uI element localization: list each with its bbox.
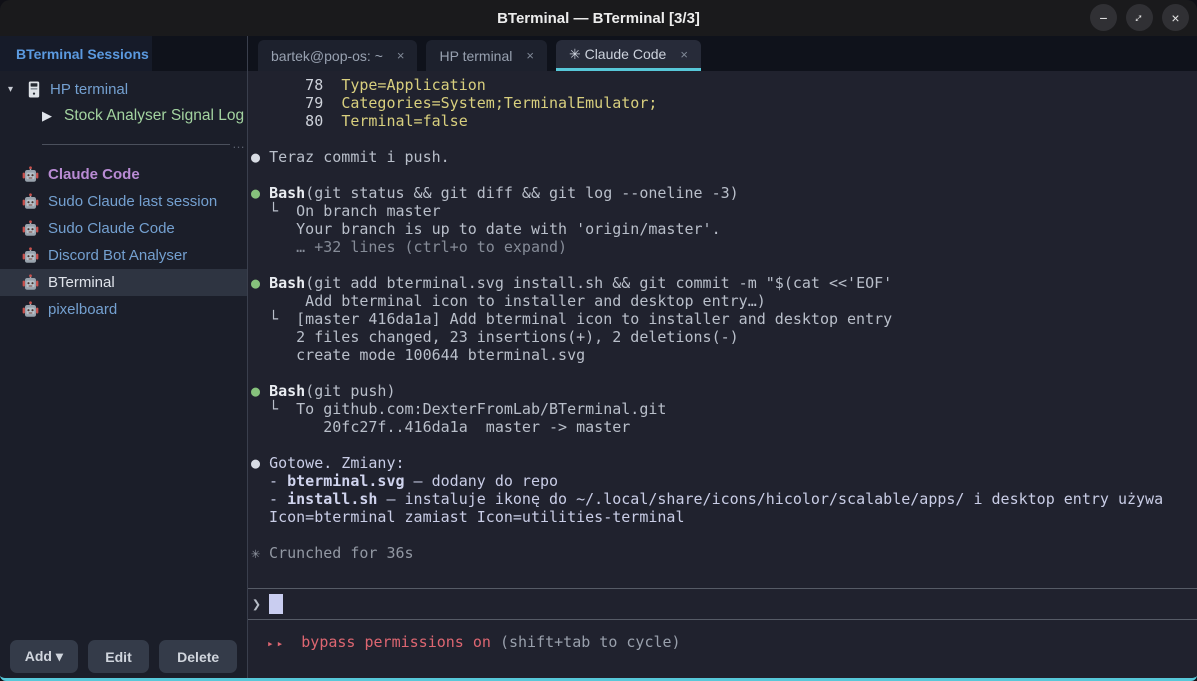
sidebar-header: BTerminal Sessions <box>0 36 152 71</box>
tab-hp-terminal[interactable]: HP terminal × <box>426 40 546 71</box>
terminal-line: - install.sh — instaluje ikonę do ~/.loc… <box>251 490 1197 508</box>
robot-icon <box>22 247 39 264</box>
minimize-button[interactable]: − <box>1090 4 1117 31</box>
terminal-line <box>251 130 1197 148</box>
session-label: Sudo Claude Code <box>48 220 175 237</box>
session-label: Sudo Claude last session <box>48 193 217 210</box>
prompt-chevron-icon: ❯ <box>252 595 261 613</box>
terminal-line: 79 Categories=System;TerminalEmulator; <box>251 94 1197 112</box>
session-label: Claude Code <box>48 166 140 183</box>
title-bar[interactable]: BTerminal — BTerminal [3/3] − ↕ × <box>0 0 1197 36</box>
double-arrow-icon: ▸▸ <box>267 637 286 650</box>
tab-bar: bartek@pop-os: ~×HP terminal×✳ Claude Co… <box>248 36 1197 71</box>
terminal-line: ● Teraz commit i push. <box>251 148 1197 166</box>
window-title: BTerminal — BTerminal [3/3] <box>497 10 700 27</box>
chevron-down-icon[interactable]: ▾ <box>8 84 26 95</box>
terminal-line: create mode 100644 bterminal.svg <box>251 346 1197 364</box>
terminal-line: 80 Terminal=false <box>251 112 1197 130</box>
window-controls: − ↕ × <box>1090 4 1189 31</box>
robot-icon <box>22 274 39 291</box>
prompt-input[interactable]: ❯ <box>248 588 1197 620</box>
terminal-line <box>251 526 1197 544</box>
terminal-line: ● Gotowe. Zmiany: <box>251 454 1197 472</box>
delete-button[interactable]: Delete <box>159 640 237 673</box>
terminal-output[interactable]: 78 Type=Application 79 Categories=System… <box>248 71 1197 588</box>
edit-button[interactable]: Edit <box>88 640 150 673</box>
session-item-bterminal[interactable]: BTerminal <box>0 269 247 296</box>
text-cursor <box>269 594 283 614</box>
terminal-line: Icon=bterminal zamiast Icon=utilities-te… <box>251 508 1197 526</box>
tree-item-label: HP terminal <box>50 81 128 98</box>
session-label: Discord Bot Analyser <box>48 247 187 264</box>
session-list: Claude Code Sudo Claude last session Sudo … <box>0 161 247 323</box>
terminal-line <box>251 166 1197 184</box>
computer-icon <box>28 81 40 98</box>
maximize-button[interactable]: ↕ <box>1126 4 1153 31</box>
robot-icon <box>22 166 39 183</box>
terminal-line <box>251 364 1197 382</box>
terminal-line: 2 files changed, 23 insertions(+), 2 del… <box>251 328 1197 346</box>
sessions-sidebar: BTerminal Sessions ▾ HP terminal ▶ Stock… <box>0 36 248 678</box>
tab-close-icon[interactable]: × <box>397 48 405 63</box>
tab-label: HP terminal <box>439 48 512 64</box>
terminal-line: - bterminal.svg — dodany do repo <box>251 472 1197 490</box>
robot-icon <box>22 220 39 237</box>
terminal-line: ✳ Crunched for 36s <box>251 544 1197 562</box>
terminal-line: └ To github.com:DexterFromLab/BTerminal.… <box>251 400 1197 418</box>
divider-line <box>42 144 230 145</box>
terminal-line: 20fc27f..416da1a master -> master <box>251 418 1197 436</box>
session-item-discord-bot-analyser[interactable]: Discord Bot Analyser <box>0 242 247 269</box>
terminal-line: … +32 lines (ctrl+o to expand) <box>251 238 1197 256</box>
terminal-line: Your branch is up to date with 'origin/m… <box>251 220 1197 238</box>
terminal-line: └ On branch master <box>251 202 1197 220</box>
terminal-line: └ [master 416da1a] Add bterminal icon to… <box>251 310 1197 328</box>
terminal-line: 78 Type=Application <box>251 76 1197 94</box>
minimize-icon: − <box>1099 10 1107 26</box>
overflow-dots-icon: … <box>232 141 245 147</box>
sidebar-divider: … <box>42 141 245 147</box>
maximize-icon: ↕ <box>1132 10 1147 25</box>
add-button[interactable]: Add ▾ <box>10 640 78 673</box>
terminal-line: ● Bash(git push) <box>251 382 1197 400</box>
app-window: BTerminal — BTerminal [3/3] − ↕ × BTermi… <box>0 0 1197 681</box>
sidebar-buttons: Add ▾ Edit Delete <box>0 640 247 673</box>
robot-icon <box>22 193 39 210</box>
close-button[interactable]: × <box>1162 4 1189 31</box>
session-item-pixelboard[interactable]: pixelboard <box>0 296 247 323</box>
terminal-line: Add bterminal icon to installer and desk… <box>251 292 1197 310</box>
tab-label: ✳ Claude Code <box>569 46 666 63</box>
session-label: BTerminal <box>48 274 115 291</box>
tree-item-hp-terminal[interactable]: ▾ HP terminal <box>0 77 247 101</box>
terminal-line <box>251 256 1197 274</box>
cycle-hint: (shift+tab to cycle) <box>500 633 681 651</box>
terminal-line: ● Bash(git add bterminal.svg install.sh … <box>251 274 1197 292</box>
close-icon: × <box>1171 10 1179 26</box>
tab-close-icon[interactable]: × <box>526 48 534 63</box>
main-area: bartek@pop-os: ~×HP terminal×✳ Claude Co… <box>248 36 1197 678</box>
tab-claude-code[interactable]: ✳ Claude Code × <box>556 40 701 71</box>
session-tree: ▾ HP terminal ▶ Stock Analyser Signal Lo… <box>0 77 247 147</box>
tree-item-stock-analyser-signal-log[interactable]: ▶ Stock Analyser Signal Log <box>0 101 247 131</box>
tree-item-label: Stock Analyser Signal Log <box>64 107 244 125</box>
status-bar: ▸▸ bypass permissions on (shift+tab to c… <box>248 620 1197 678</box>
sidebar-top-band: BTerminal Sessions <box>0 36 247 71</box>
session-label: pixelboard <box>48 301 117 318</box>
session-item-sudo-claude-code[interactable]: Sudo Claude Code <box>0 215 247 242</box>
session-item-claude-code[interactable]: Claude Code <box>0 161 247 188</box>
terminal-line <box>251 436 1197 454</box>
terminal-line: ● Bash(git status && git diff && git log… <box>251 184 1197 202</box>
tab-label: bartek@pop-os: ~ <box>271 48 383 64</box>
tab-close-icon[interactable]: × <box>680 47 688 62</box>
robot-icon <box>22 301 39 318</box>
play-icon: ▶ <box>42 108 52 124</box>
tab-bartek-pop-os[interactable]: bartek@pop-os: ~ × <box>258 40 417 71</box>
permissions-mode-label: bypass permissions on <box>301 633 491 651</box>
session-item-sudo-claude-last-session[interactable]: Sudo Claude last session <box>0 188 247 215</box>
